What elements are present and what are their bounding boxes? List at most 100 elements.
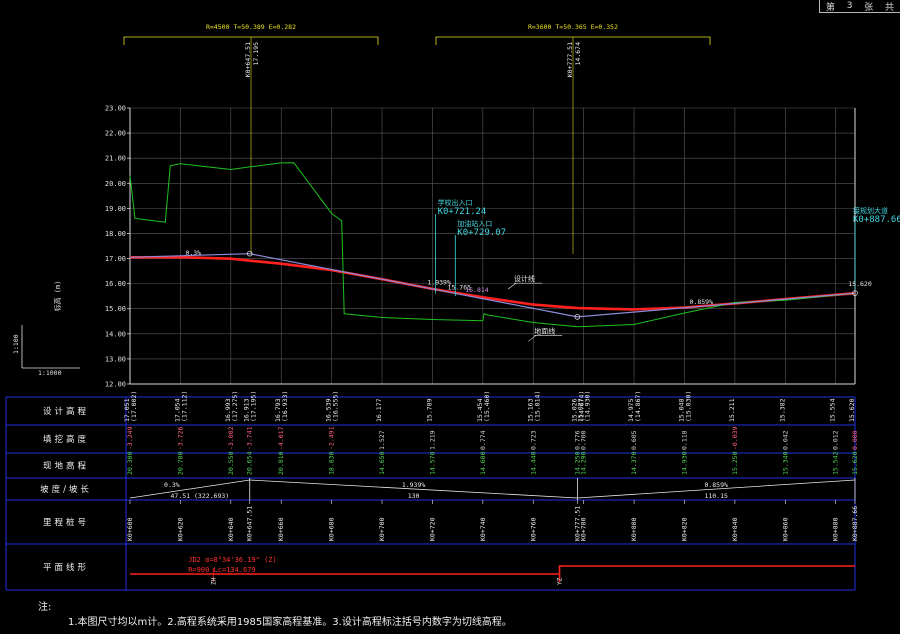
table-row-label: 平面线形	[43, 562, 89, 573]
plan-curve-label-2: R=900 Lc=134.679	[188, 566, 255, 574]
tangent-elevation-value: (17.275)	[231, 391, 239, 422]
ground-elevation-value: 15.542	[832, 451, 840, 475]
annotation-elevation: 15.620	[848, 280, 872, 288]
profile-series	[129, 162, 856, 328]
ground-elevation-value: 20.550	[227, 451, 235, 475]
station-label: K0+647.51	[246, 506, 254, 541]
fill-height-value: 1.527	[378, 430, 386, 450]
vertical-curve-params: R=4500 T=50.389 E=0.282	[206, 23, 296, 31]
ground-elevation-value: 15.250	[731, 451, 739, 475]
station-label: K0+720	[428, 517, 436, 541]
station-label: K0+840	[731, 517, 739, 541]
tangent-elevation-value: (17.195)	[250, 391, 258, 422]
ground-elevation-value: 18.830	[328, 451, 336, 475]
fill-height-value: 0.605	[630, 430, 638, 450]
annotation-station: K0+721.24	[438, 207, 487, 217]
slope-label: 0.859%	[690, 298, 714, 306]
series-label-leader	[507, 282, 517, 290]
station-label: K0+860	[781, 517, 789, 541]
station-label: K0+660	[277, 517, 285, 541]
table-row-label: 里程桩号	[43, 517, 89, 528]
annotation-station: K0+887.66	[853, 215, 900, 225]
y-tick-label: 15.00	[105, 305, 126, 313]
ground-elevation-value: 14.290	[580, 451, 588, 475]
station-label: K0+740	[479, 517, 487, 541]
ground-elevation-value: 14.370	[630, 451, 638, 475]
curve-station-label: K0+777.51	[566, 42, 574, 77]
curve-elev-label: 14.674	[574, 42, 582, 66]
design-elevation-value: 15.789	[425, 398, 433, 422]
station-label: K0+800	[630, 517, 638, 541]
fill-height-value: -3.726	[176, 426, 184, 450]
design-elevation-value: 15.382	[778, 398, 786, 422]
tangent-elevation-value: (15.030)	[684, 391, 692, 422]
y-tick-label: 14.00	[105, 330, 126, 338]
fill-height-value: 0.118	[680, 430, 688, 450]
profile-drawing-canvas: 23.00 22.00 21.00 20.00 19.00 18.00 17.00 16.00…	[5, 23, 900, 591]
annotation-title: 学校出入口	[438, 198, 473, 207]
ground-elevation-value: 20.780	[176, 451, 184, 475]
grade-line	[129, 253, 856, 318]
table-row-label: 设计高程	[43, 406, 89, 417]
y-tick-label: 18.00	[105, 230, 126, 238]
fill-height-value: -3.249	[126, 426, 134, 450]
tangent-elevation-value: (14.867)	[634, 391, 642, 422]
slope-label: 0.3%	[185, 249, 201, 257]
fill-height-value: -0.039	[731, 426, 739, 450]
y-axis-title: 标高 (m)	[53, 281, 62, 312]
annotation-title: 加油站入口	[457, 219, 492, 228]
table-row-label: 现地高程	[43, 461, 89, 472]
design-elevation-value: 15.211	[728, 398, 736, 422]
station-label: K0+600	[126, 517, 134, 541]
notes-text: 1.本图尺寸均以m计。2.高程系统采用1985国家高程基准。3.设计高程标注括号…	[68, 617, 512, 628]
fill-height-value: 0.042	[781, 430, 789, 450]
vertical-curve-params: R=3600 T=50.365 E=0.352	[528, 23, 618, 31]
fill-height-value: -3.741	[246, 426, 254, 450]
plan-yz-label: YZ	[556, 577, 563, 585]
annotation-title: 接规划大道	[853, 206, 888, 215]
tangent-elevation-value: (16.933)	[281, 391, 289, 422]
tangent-elevation-value: (14.930)	[584, 391, 592, 422]
ground-elevation-value: 20.810	[277, 451, 285, 475]
y-tick-label: 16.00	[105, 280, 126, 288]
scale-vertical-label: 1:100	[12, 334, 20, 354]
curve-station-label: K0+647.51	[244, 42, 252, 77]
plan-tangent-line	[558, 565, 855, 582]
series-line-label: 设计线	[514, 274, 535, 283]
y-tick-label: 17.00	[105, 255, 126, 263]
y-tick-label: 13.00	[105, 355, 126, 363]
plan-zh-label: ZH	[210, 577, 217, 585]
station-label: K0+640	[227, 517, 235, 541]
plan-curve-label-1: JD2 α=8°34'36.19" (Z)	[188, 556, 277, 564]
ground-elevation-value: 14.930	[680, 451, 688, 475]
notes-title: 注:	[38, 602, 52, 613]
station-label: K0+780	[580, 517, 588, 541]
design-elevation-value: 15.620	[848, 398, 856, 422]
y-tick-label: 12.00	[105, 381, 126, 389]
table-row-label: 坡度/坡长	[40, 484, 92, 495]
fill-height-value: 0.012	[832, 430, 840, 450]
ground-elevation-value: 14.650	[378, 451, 386, 475]
fill-height-value: -4.017	[277, 426, 285, 450]
tangent-elevation-value: (17.112)	[180, 391, 188, 422]
ground-elevation-value: 14.680	[479, 451, 487, 475]
y-tick-label: 20.00	[105, 180, 126, 188]
ground-elevation-value: 20.654	[246, 451, 254, 475]
tangent-elevation-value: (15.460)	[483, 391, 491, 422]
ground-elevation-value: 20.300	[126, 451, 134, 475]
grade-percent: 1.939%	[402, 481, 426, 489]
design-elevation-value: 16.177	[375, 398, 383, 422]
tangent-elevation-value: (16.555)	[332, 391, 340, 422]
fill-height-value: 0.723	[529, 430, 537, 450]
station-label: K0+680	[328, 517, 336, 541]
y-tick-label: 23.00	[105, 105, 126, 113]
y-tick-label: 19.00	[105, 205, 126, 213]
station-label: K0+620	[176, 517, 184, 541]
table-row-label: 填挖高度	[43, 434, 89, 445]
y-tick-label: 21.00	[105, 155, 126, 163]
ground-elevation-value: 14.440	[529, 451, 537, 475]
grade-percent: 0.3%	[164, 481, 180, 489]
fill-height-value: 1.219	[428, 430, 436, 450]
station-label: K0+887.66	[851, 506, 859, 541]
scale-horizontal-label: 1:1000	[38, 369, 62, 377]
